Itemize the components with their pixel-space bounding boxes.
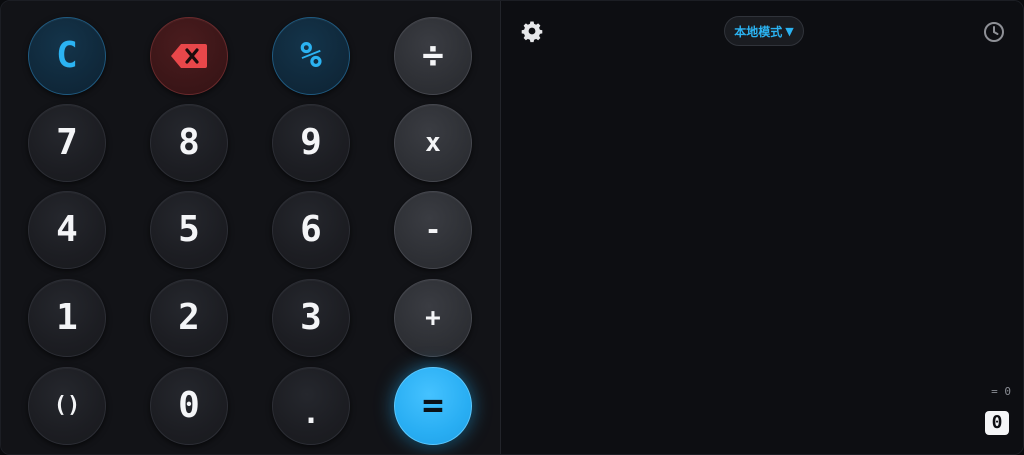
digit-4-button[interactable]: 4 <box>28 191 106 269</box>
minus-label: - <box>424 213 442 246</box>
plus-button[interactable]: + <box>394 279 472 357</box>
digit-3-button[interactable]: 3 <box>272 279 350 357</box>
mode-selector-button[interactable]: 本地模式 ▼ <box>724 16 804 46</box>
backspace-button[interactable] <box>150 17 228 95</box>
calculator-app: C % ÷ 7 8 9 x 4 5 6 - 1 2 3 + () 0 . = 本… <box>0 0 1024 455</box>
parentheses-label: () <box>53 393 81 418</box>
decimal-point-button[interactable]: . <box>272 367 350 445</box>
digit-8-label: 8 <box>178 122 200 163</box>
clear-label: C <box>56 35 78 76</box>
percent-label: % <box>300 35 322 76</box>
digit-7-button[interactable]: 7 <box>28 104 106 182</box>
equals-button[interactable]: = <box>394 367 472 445</box>
digit-4-label: 4 <box>56 209 78 250</box>
digit-1-label: 1 <box>56 297 78 338</box>
digit-9-button[interactable]: 9 <box>272 104 350 182</box>
digit-1-button[interactable]: 1 <box>28 279 106 357</box>
keypad: C % ÷ 7 8 9 x 4 5 6 - 1 2 3 + () 0 . = <box>1 1 501 454</box>
result-value: 0 <box>991 412 1003 433</box>
digit-3-label: 3 <box>300 297 322 338</box>
digit-5-button[interactable]: 5 <box>150 191 228 269</box>
equals-label: = <box>422 385 444 426</box>
plus-label: + <box>425 303 441 333</box>
digit-8-button[interactable]: 8 <box>150 104 228 182</box>
percent-button[interactable]: % <box>272 17 350 95</box>
digit-9-label: 9 <box>300 122 322 163</box>
digit-2-button[interactable]: 2 <box>150 279 228 357</box>
parentheses-button[interactable]: () <box>28 367 106 445</box>
digit-5-label: 5 <box>178 209 200 250</box>
clock-icon[interactable] <box>982 20 1006 44</box>
digit-6-label: 6 <box>300 209 322 250</box>
multiply-label: x <box>425 128 441 158</box>
result-display: 0 <box>985 411 1009 435</box>
divide-label: ÷ <box>422 35 444 76</box>
digit-6-button[interactable]: 6 <box>272 191 350 269</box>
expression-display: = 0 <box>991 385 1011 398</box>
divide-button[interactable]: ÷ <box>394 17 472 95</box>
backspace-icon <box>171 44 207 68</box>
multiply-button[interactable]: x <box>394 104 472 182</box>
gear-icon[interactable] <box>520 19 544 43</box>
decimal-point-label: . <box>301 396 321 431</box>
digit-0-label: 0 <box>178 385 200 426</box>
digit-2-label: 2 <box>178 297 200 338</box>
mode-label: 本地模式 <box>734 24 783 39</box>
digit-7-label: 7 <box>56 122 78 163</box>
minus-button[interactable]: - <box>394 191 472 269</box>
dropdown-arrow-icon: ▼ <box>785 24 794 38</box>
digit-0-button[interactable]: 0 <box>150 367 228 445</box>
clear-button[interactable]: C <box>28 17 106 95</box>
display-panel <box>501 1 1023 454</box>
